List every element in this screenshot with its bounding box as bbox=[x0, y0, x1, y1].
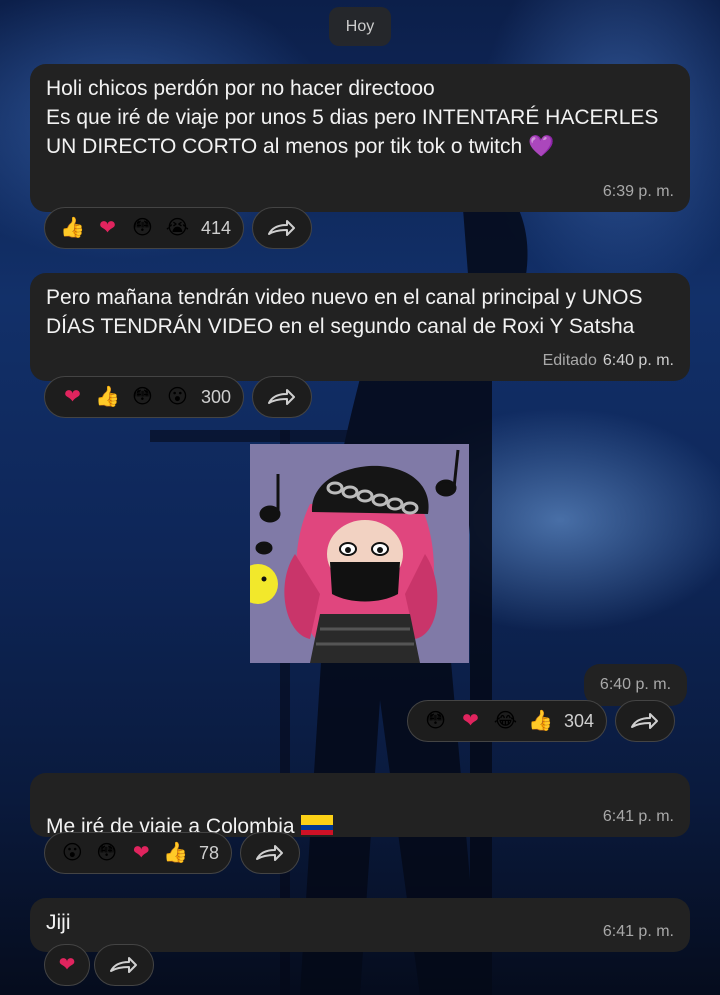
share-button[interactable] bbox=[252, 207, 312, 249]
flushed-face-icon[interactable]: 😳 bbox=[127, 387, 158, 407]
reactions-bar[interactable]: ❤ 👍 😳 😮 300 bbox=[44, 376, 244, 418]
message-bubble[interactable]: Holi chicos perdón por no hacer directoo… bbox=[30, 64, 690, 212]
message-time: 6:41 p. m. bbox=[602, 923, 674, 940]
reaction-count: 304 bbox=[563, 710, 594, 731]
heart-icon[interactable]: ❤ bbox=[51, 955, 83, 975]
reactions-bar[interactable]: 👍 ❤ 😳 😭 414 bbox=[44, 207, 244, 249]
reactions-bar[interactable]: ❤ bbox=[44, 944, 90, 986]
share-arrow-icon bbox=[268, 220, 295, 236]
surprised-face-icon[interactable]: 😮 bbox=[57, 843, 87, 863]
laughing-face-icon[interactable]: 😂 bbox=[490, 711, 521, 731]
message-time: 6:41 p. m. bbox=[602, 808, 674, 825]
heart-icon[interactable]: ❤ bbox=[92, 218, 123, 238]
sticker-image[interactable] bbox=[250, 444, 469, 663]
reactions-bar[interactable]: 😮 😳 ❤ 👍 78 bbox=[44, 832, 232, 874]
share-arrow-icon bbox=[631, 713, 658, 729]
flushed-face-icon[interactable]: 😳 bbox=[127, 218, 158, 238]
crying-face-icon[interactable]: 😭 bbox=[162, 218, 193, 238]
message-text: Jiji bbox=[46, 911, 71, 934]
message-bubble[interactable]: Me iré de viaje a Colombia 6:41 p. m. bbox=[30, 773, 690, 838]
date-chip: Hoy bbox=[329, 7, 391, 46]
share-button[interactable] bbox=[240, 832, 300, 874]
heart-icon[interactable]: ❤ bbox=[126, 843, 156, 863]
surprised-face-icon[interactable]: 😮 bbox=[162, 387, 193, 407]
message-meta: 6:41 p. m. bbox=[603, 802, 674, 831]
heart-icon[interactable]: ❤ bbox=[455, 711, 486, 731]
share-button[interactable] bbox=[252, 376, 312, 418]
message-meta: 6:41 p. m. bbox=[603, 917, 674, 946]
message-bubble[interactable]: Pero mañana tendrán video nuevo en el ca… bbox=[30, 273, 690, 381]
colombia-flag-icon bbox=[300, 815, 333, 835]
reaction-count: 414 bbox=[200, 217, 231, 238]
reaction-count: 300 bbox=[200, 386, 231, 407]
share-button[interactable] bbox=[615, 700, 675, 742]
heart-icon[interactable]: ❤ bbox=[57, 387, 88, 407]
message-meta: Editado 6:40 p. m. bbox=[543, 346, 674, 375]
share-arrow-icon bbox=[256, 845, 283, 861]
flushed-face-icon[interactable]: 😳 bbox=[420, 711, 451, 731]
reactions-bar[interactable]: 😳 ❤ 😂 👍 304 bbox=[407, 700, 607, 742]
share-arrow-icon bbox=[268, 389, 295, 405]
message-time: 6:39 p. m. bbox=[602, 183, 674, 200]
message-text: Holi chicos perdón por no hacer directoo… bbox=[46, 77, 659, 158]
edited-label: Editado bbox=[542, 352, 597, 369]
thumbs-up-icon[interactable]: 👍 bbox=[160, 843, 190, 863]
sticker-character bbox=[250, 444, 469, 663]
thumbs-up-icon[interactable]: 👍 bbox=[525, 711, 556, 731]
share-arrow-icon bbox=[110, 957, 137, 973]
reaction-count: 78 bbox=[198, 842, 219, 863]
share-button[interactable] bbox=[94, 944, 154, 986]
message-text: Pero mañana tendrán video nuevo en el ca… bbox=[46, 286, 643, 338]
flushed-face-icon[interactable]: 😳 bbox=[91, 843, 121, 863]
message-time: 6:40 p. m. bbox=[602, 352, 674, 369]
message-meta: 6:39 p. m. bbox=[603, 177, 674, 206]
thumbs-up-icon[interactable]: 👍 bbox=[92, 387, 123, 407]
thumbs-up-icon[interactable]: 👍 bbox=[57, 218, 88, 238]
